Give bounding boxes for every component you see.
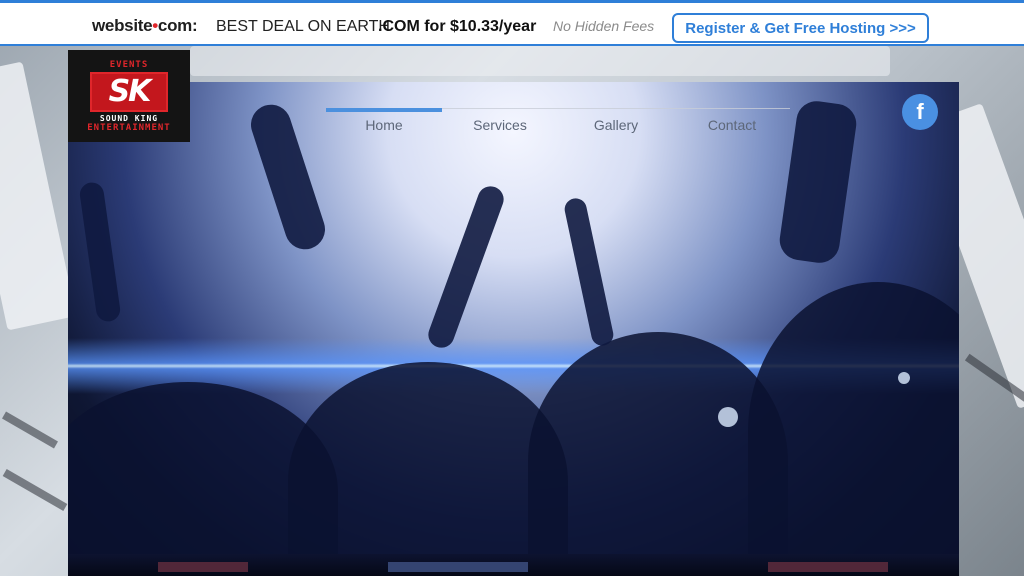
mixer-top-strip [190,46,890,76]
mixer-fader-left [0,61,77,331]
logo-mark: SK [90,71,168,112]
hero-image [68,82,959,576]
light-sparkle [718,407,738,427]
site-logo[interactable]: EVENTS SK SOUND KING ENTERTAINMENT [68,50,190,142]
raised-arm [424,182,508,352]
com-offer-text: .COM for $10.33/year [378,18,537,35]
logo-entertainment-text: ENTERTAINMENT [87,122,171,133]
light-sparkle [898,372,910,384]
mixer-stripe [2,469,68,511]
facebook-icon[interactable]: f [902,94,938,130]
no-hidden-fees-text: No Hidden Fees [553,18,655,34]
register-button[interactable]: Register & Get Free Hosting >>> [672,13,929,43]
website-com-logo[interactable]: website•com: [92,16,198,36]
raised-arm [245,99,331,255]
nav-item-gallery[interactable]: Gallery [558,108,674,138]
promo-banner: website•com: BEST DEAL ON EARTH .COM for… [0,0,1024,46]
main-nav: Home Services Gallery Contact [326,108,790,138]
nav-item-services[interactable]: Services [442,108,558,138]
nav-item-contact[interactable]: Contact [674,108,790,138]
deal-text: BEST DEAL ON EARTH [216,18,390,35]
crowd-silhouette [748,282,959,576]
raised-arm [78,181,122,323]
logo-events-text: EVENTS [109,59,149,70]
nav-item-home[interactable]: Home [326,108,442,138]
raised-arm [562,196,616,348]
dj-deck-strip [68,554,959,576]
logo-name-text: SOUND KING [99,113,159,123]
mixer-stripe [2,411,58,449]
crowd-silhouette [288,362,568,576]
